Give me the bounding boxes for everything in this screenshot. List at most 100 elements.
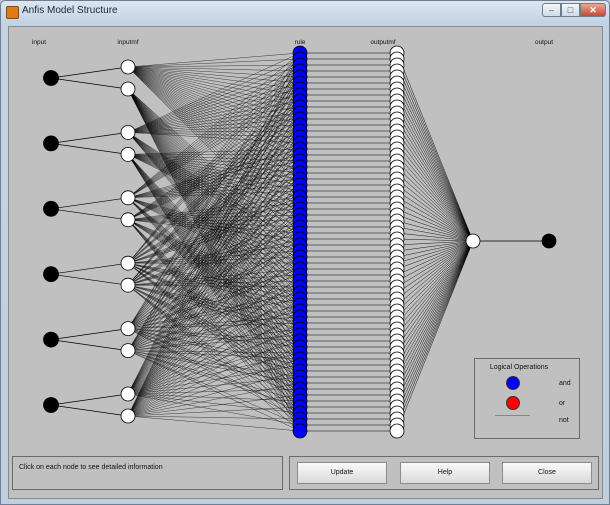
mf-rule-edge (127, 350, 301, 432)
input-node[interactable] (43, 135, 59, 152)
outputmf-output-edge (396, 240, 474, 384)
figure-area: input inputmf rule outputmf output Logic… (8, 26, 603, 499)
inputmf-node[interactable] (120, 321, 136, 337)
close-window-button[interactable]: ✕ (580, 3, 606, 17)
maximize-button[interactable]: □ (561, 3, 580, 17)
output-node[interactable] (465, 233, 481, 249)
close-button[interactable]: Close (502, 462, 592, 484)
mf-rule-edge (127, 406, 301, 417)
column-label-rule: rule (295, 39, 306, 46)
column-label-outputmf: outputmf (370, 39, 395, 46)
inputmf-node[interactable] (120, 147, 136, 162)
button-panel: Update Help Close (289, 456, 599, 490)
input-mf-edge (50, 262, 129, 275)
inputmf-node[interactable] (120, 81, 136, 97)
input-node[interactable] (43, 70, 59, 86)
mf-rule-edge (127, 393, 301, 414)
outputmf-output-edge (396, 82, 474, 242)
legend-title: Logical Operations (489, 364, 549, 371)
mf-rule-edge (127, 393, 301, 402)
input-node[interactable] (43, 331, 59, 348)
input-mf-edge (50, 197, 129, 210)
outputmf-output-edge (396, 88, 474, 242)
inputmf-node[interactable] (120, 125, 136, 140)
input-mf-edge (50, 328, 129, 340)
anfis-window: Anfis Model Structure – □ ✕ input inputm… (0, 0, 610, 505)
outputmf-node[interactable] (389, 423, 405, 439)
input-mf-edge (50, 143, 129, 155)
outputmf-output-edge (396, 70, 474, 242)
mf-rule-edge (127, 219, 301, 432)
logical-operations-legend: Logical Operations and or not (474, 358, 580, 439)
outputmf-output-edge (396, 240, 474, 390)
or-dot-icon (506, 396, 520, 410)
outputmf-output-edge (396, 240, 474, 426)
inputmf-node[interactable] (120, 408, 136, 424)
outputmf-output-edge (396, 240, 474, 420)
outputmf-output-edge (396, 142, 474, 242)
mf-rule-edge (127, 66, 301, 108)
input-mf-edge (50, 339, 129, 351)
input-mf-edge (50, 404, 129, 417)
inputmf-node[interactable] (120, 277, 136, 293)
input-mf-edge (50, 393, 129, 406)
outputmf-output-edge (396, 240, 474, 324)
outputmf-output-edge (396, 240, 474, 360)
status-panel: Click on each node to see detailed infor… (12, 456, 283, 490)
minimize-button[interactable]: – (542, 3, 561, 17)
mf-rule-edge (127, 58, 301, 68)
mf-rule-edge (127, 64, 301, 68)
column-label-inputmf: inputmf (117, 39, 139, 46)
column-label-output: output (535, 39, 553, 46)
mf-rule-edge (127, 274, 301, 417)
input-mf-edge (50, 273, 129, 286)
input-node[interactable] (43, 200, 59, 217)
mf-rule-edge (127, 66, 301, 216)
update-button[interactable]: Update (297, 462, 387, 484)
outputmf-output-edge (396, 166, 474, 242)
input-node[interactable] (43, 266, 59, 283)
mf-rule-edge (127, 154, 301, 408)
mf-rule-edge (127, 415, 301, 420)
outputmf-output-edge (396, 76, 474, 242)
outputmf-output-edge (396, 240, 474, 306)
legend-not-label: not (559, 417, 569, 424)
final-output-node[interactable] (541, 233, 557, 249)
input-mf-edge (50, 132, 129, 144)
outputmf-output-edge (396, 240, 474, 348)
mf-rule-edge (127, 285, 301, 324)
inputmf-node[interactable] (120, 190, 136, 206)
outputmf-output-edge (396, 178, 474, 242)
mf-rule-edge (127, 88, 301, 348)
title-bar[interactable]: Anfis Model Structure – □ ✕ (1, 1, 609, 25)
outputmf-output-edge (396, 240, 474, 378)
not-line-icon (495, 415, 530, 416)
mf-rule-edge (127, 197, 301, 276)
outputmf-output-edge (396, 240, 474, 408)
outputmf-output-edge (396, 240, 474, 342)
outputmf-output-edge (396, 106, 474, 242)
outputmf-output-edge (396, 240, 474, 372)
window-title: Anfis Model Structure (22, 5, 118, 16)
inputmf-node[interactable] (120, 212, 136, 228)
matlab-icon (6, 6, 19, 19)
inputmf-node[interactable] (120, 386, 136, 402)
column-label-input: input (32, 39, 46, 46)
outputmf-output-edge (396, 118, 474, 242)
legend-and-label: and (559, 380, 571, 387)
outputmf-output-edge (396, 100, 474, 242)
inputmf-node[interactable] (120, 255, 136, 271)
input-mf-edge (50, 77, 129, 90)
inputmf-node[interactable] (120, 343, 136, 359)
outputmf-output-edge (396, 240, 474, 312)
rule-node[interactable] (292, 423, 308, 439)
inputmf-node[interactable] (120, 59, 136, 75)
outputmf-output-edge (396, 148, 474, 242)
mf-rule-edge (127, 415, 301, 432)
input-mf-edge (50, 66, 129, 79)
input-node[interactable] (43, 397, 59, 413)
and-dot-icon (506, 376, 520, 390)
status-text: Click on each node to see detailed infor… (19, 464, 163, 471)
help-button[interactable]: Help (400, 462, 490, 484)
input-mf-edge (50, 208, 129, 221)
